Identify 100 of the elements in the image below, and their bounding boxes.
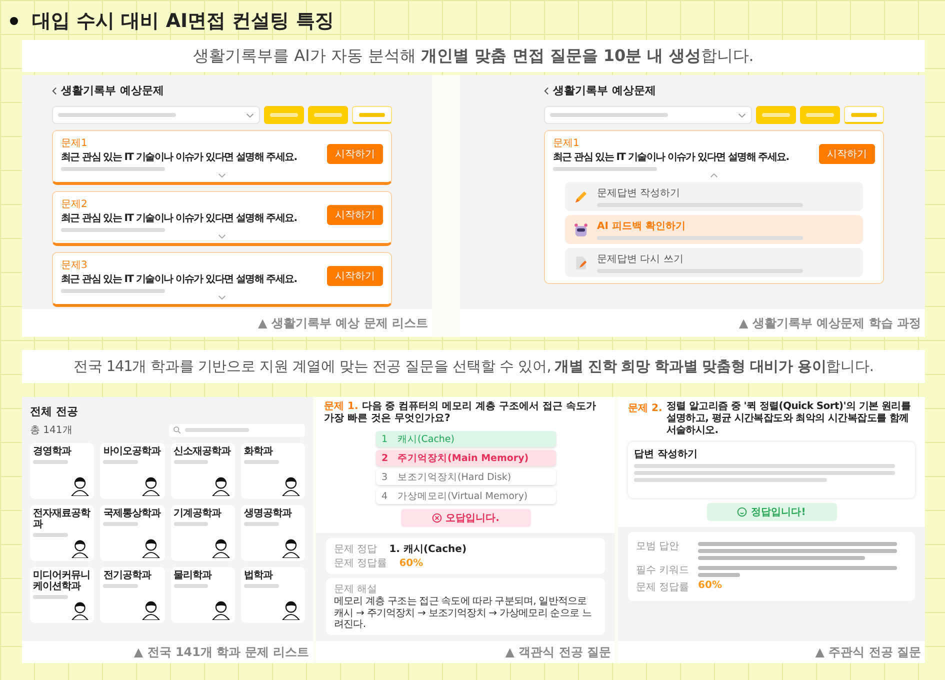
question-text: 최근 관심 있는 IT 기술이나 이슈가 있다면 설명해 주세요. xyxy=(61,151,298,164)
result-badge: 오답입니다. xyxy=(400,509,531,527)
question-text: 문제 1. 다음 중 컴퓨터의 메모리 계층 구조에서 접근 속도가 가장 빠른 것은 무엇인가요? xyxy=(324,401,598,425)
major-name: 미디어커뮤니케이션학과 xyxy=(33,570,91,592)
correct-answer: 1. 캐시(Cache) xyxy=(389,543,467,556)
action-button[interactable] xyxy=(844,106,884,124)
blurred-text xyxy=(33,460,68,464)
cross-circle-icon xyxy=(432,513,442,523)
screenshot-caption: ▲ 생활기록부 예상문제 학습 과정 xyxy=(460,309,925,337)
study-step[interactable]: 문제답변 다시 쓰기 xyxy=(565,248,863,277)
back-icon[interactable] xyxy=(52,86,57,94)
question-label: 문제3 xyxy=(61,259,88,272)
blurred-text xyxy=(174,460,208,464)
intro-banner: 전국 141개 학과를 기반으로 지원 계열에 맞는 전공 질문을 선택할 수 있어, 개별 진학 희망 학과별 맞춤형 대비가 용이합니다. xyxy=(22,350,925,383)
blurred-text xyxy=(174,522,208,526)
major-card[interactable]: 물리학과 xyxy=(170,567,235,623)
major-name: 법학과 xyxy=(244,570,274,581)
chevron-down-icon xyxy=(246,112,254,118)
action-button[interactable] xyxy=(756,106,796,124)
smile-icon xyxy=(737,507,748,517)
chevron-down-icon[interactable] xyxy=(218,173,226,178)
major-card[interactable]: 법학과 xyxy=(240,567,306,623)
question-text: 정렬 알고리즘 중 '퀵 정렬(Quick Sort)'의 기본 원리를 설명하고, 평균 시간복잡도와 최악의 시간복잡도를 함께 서술하시오. xyxy=(666,401,912,437)
result-badge: 정답입니다! xyxy=(706,503,837,521)
bullet-icon xyxy=(10,17,18,25)
field-label: 문제 해설 xyxy=(334,583,378,596)
question-label: 문제1 xyxy=(61,137,88,150)
page-title: 전체 전공 xyxy=(30,404,79,419)
answer-option[interactable]: 4 가상메모리(Virtual Memory) xyxy=(376,488,556,504)
page-title: 생활기록부 예상문제 xyxy=(61,83,164,98)
chevron-down-icon[interactable] xyxy=(218,295,226,300)
answer-option[interactable]: 3 보조기억장치(Hard Disk) xyxy=(376,469,556,485)
total-count: 총 141개 xyxy=(30,424,72,437)
question-label: 문제1 xyxy=(553,137,580,150)
page-title: 생활기록부 예상문제 xyxy=(553,83,656,98)
major-card[interactable]: 생명공학과 xyxy=(240,505,306,561)
blurred-text xyxy=(33,533,68,537)
section-heading: 대입 수시 대비 AI면접 컨설팅 특징 xyxy=(32,9,334,34)
field-label: 문제 정답률 xyxy=(334,557,388,570)
major-name: 전자재료공학과 xyxy=(33,508,92,530)
major-name: 바이오공학과 xyxy=(103,446,162,457)
chevron-down-icon xyxy=(738,112,746,118)
blurred-text xyxy=(103,522,138,526)
explanation-text: 메모리 계층 구조는 접근 속도에 따라 구분되며, 일반적으로 캐시 → 주기억장치 → 보조기억장치 → 가상메모리 순으로 느려진다. xyxy=(334,596,592,630)
step-title: 문제답변 작성하기 xyxy=(597,187,682,200)
search-field[interactable] xyxy=(169,424,306,436)
action-button[interactable] xyxy=(264,106,304,124)
field-label: 필수 키워드 xyxy=(636,564,690,577)
action-button[interactable] xyxy=(308,106,348,124)
major-name: 생명공학과 xyxy=(244,508,293,519)
question-text: 최근 관심 있는 IT 기술이나 이슈가 있다면 설명해 주세요. xyxy=(553,151,790,164)
major-card[interactable]: 바이오공학과 xyxy=(100,443,165,499)
blurred-text xyxy=(244,584,279,588)
correct-rate: 60% xyxy=(698,580,722,591)
blurred-text xyxy=(103,460,138,464)
major-card[interactable]: 전기공학과 xyxy=(100,567,165,623)
chevron-down-icon[interactable] xyxy=(218,234,226,239)
back-icon[interactable] xyxy=(544,86,549,94)
robot-icon xyxy=(573,222,589,238)
intro-banner: 생활기록부를 AI가 자동 분석해 개인별 맞춤 면접 질문을 10분 내 생성합니다. xyxy=(22,40,925,72)
major-card[interactable]: 미디어커뮤니케이션학과 xyxy=(30,567,94,623)
action-button[interactable] xyxy=(800,106,840,124)
screenshot-caption: ▲ 객관식 전공 질문 xyxy=(316,641,616,663)
major-card[interactable]: 화학과 xyxy=(240,443,306,499)
blurred-text xyxy=(244,460,279,464)
major-card[interactable]: 경영학과 xyxy=(30,443,94,499)
field-label: 문제 정답 xyxy=(334,543,378,556)
major-card[interactable]: 기계공학과 xyxy=(170,505,235,561)
screenshot-caption: ▲ 전국 141개 학과 문제 리스트 xyxy=(22,641,314,663)
dropdown-field[interactable] xyxy=(52,106,260,124)
major-name: 물리학과 xyxy=(174,570,213,581)
major-card[interactable]: 신소재공학과 xyxy=(170,443,235,499)
action-button[interactable] xyxy=(352,106,392,124)
major-card[interactable]: 국제통상학과 xyxy=(100,505,165,561)
major-name: 국제통상학과 xyxy=(103,508,162,519)
blurred-text xyxy=(103,584,138,588)
search-icon xyxy=(173,426,182,434)
study-step[interactable]: 문제답변 작성하기 xyxy=(565,182,863,211)
document-icon xyxy=(573,254,589,270)
step-title: AI 피드백 확인하기 xyxy=(597,220,686,233)
major-name: 전기공학과 xyxy=(103,570,152,581)
question-text: 최근 관심 있는 IT 기술이나 이슈가 있다면 설명해 주세요. xyxy=(61,273,298,286)
field-label: 모범 답안 xyxy=(636,540,680,553)
answer-box[interactable]: 답변 작성하기 xyxy=(628,442,915,498)
major-name: 경영학과 xyxy=(33,446,72,457)
pencil-icon xyxy=(573,188,589,204)
blurred-text xyxy=(174,584,208,588)
question-label: 문제 2. xyxy=(628,402,662,416)
question-text: 최근 관심 있는 IT 기술이나 이슈가 있다면 설명해 주세요. xyxy=(61,212,298,225)
blurred-text xyxy=(33,595,68,599)
field-label: 문제 정답률 xyxy=(636,581,690,594)
question-label: 문제2 xyxy=(61,198,88,211)
blurred-text xyxy=(244,522,279,526)
major-name: 화학과 xyxy=(244,446,274,457)
chevron-up-icon[interactable] xyxy=(710,173,718,178)
dropdown-field[interactable] xyxy=(544,106,752,124)
major-name: 기계공학과 xyxy=(174,508,222,519)
major-card[interactable]: 전자재료공학과 xyxy=(30,505,94,561)
step-title: 문제답변 다시 쓰기 xyxy=(597,253,684,266)
major-name: 신소재공학과 xyxy=(174,446,232,457)
